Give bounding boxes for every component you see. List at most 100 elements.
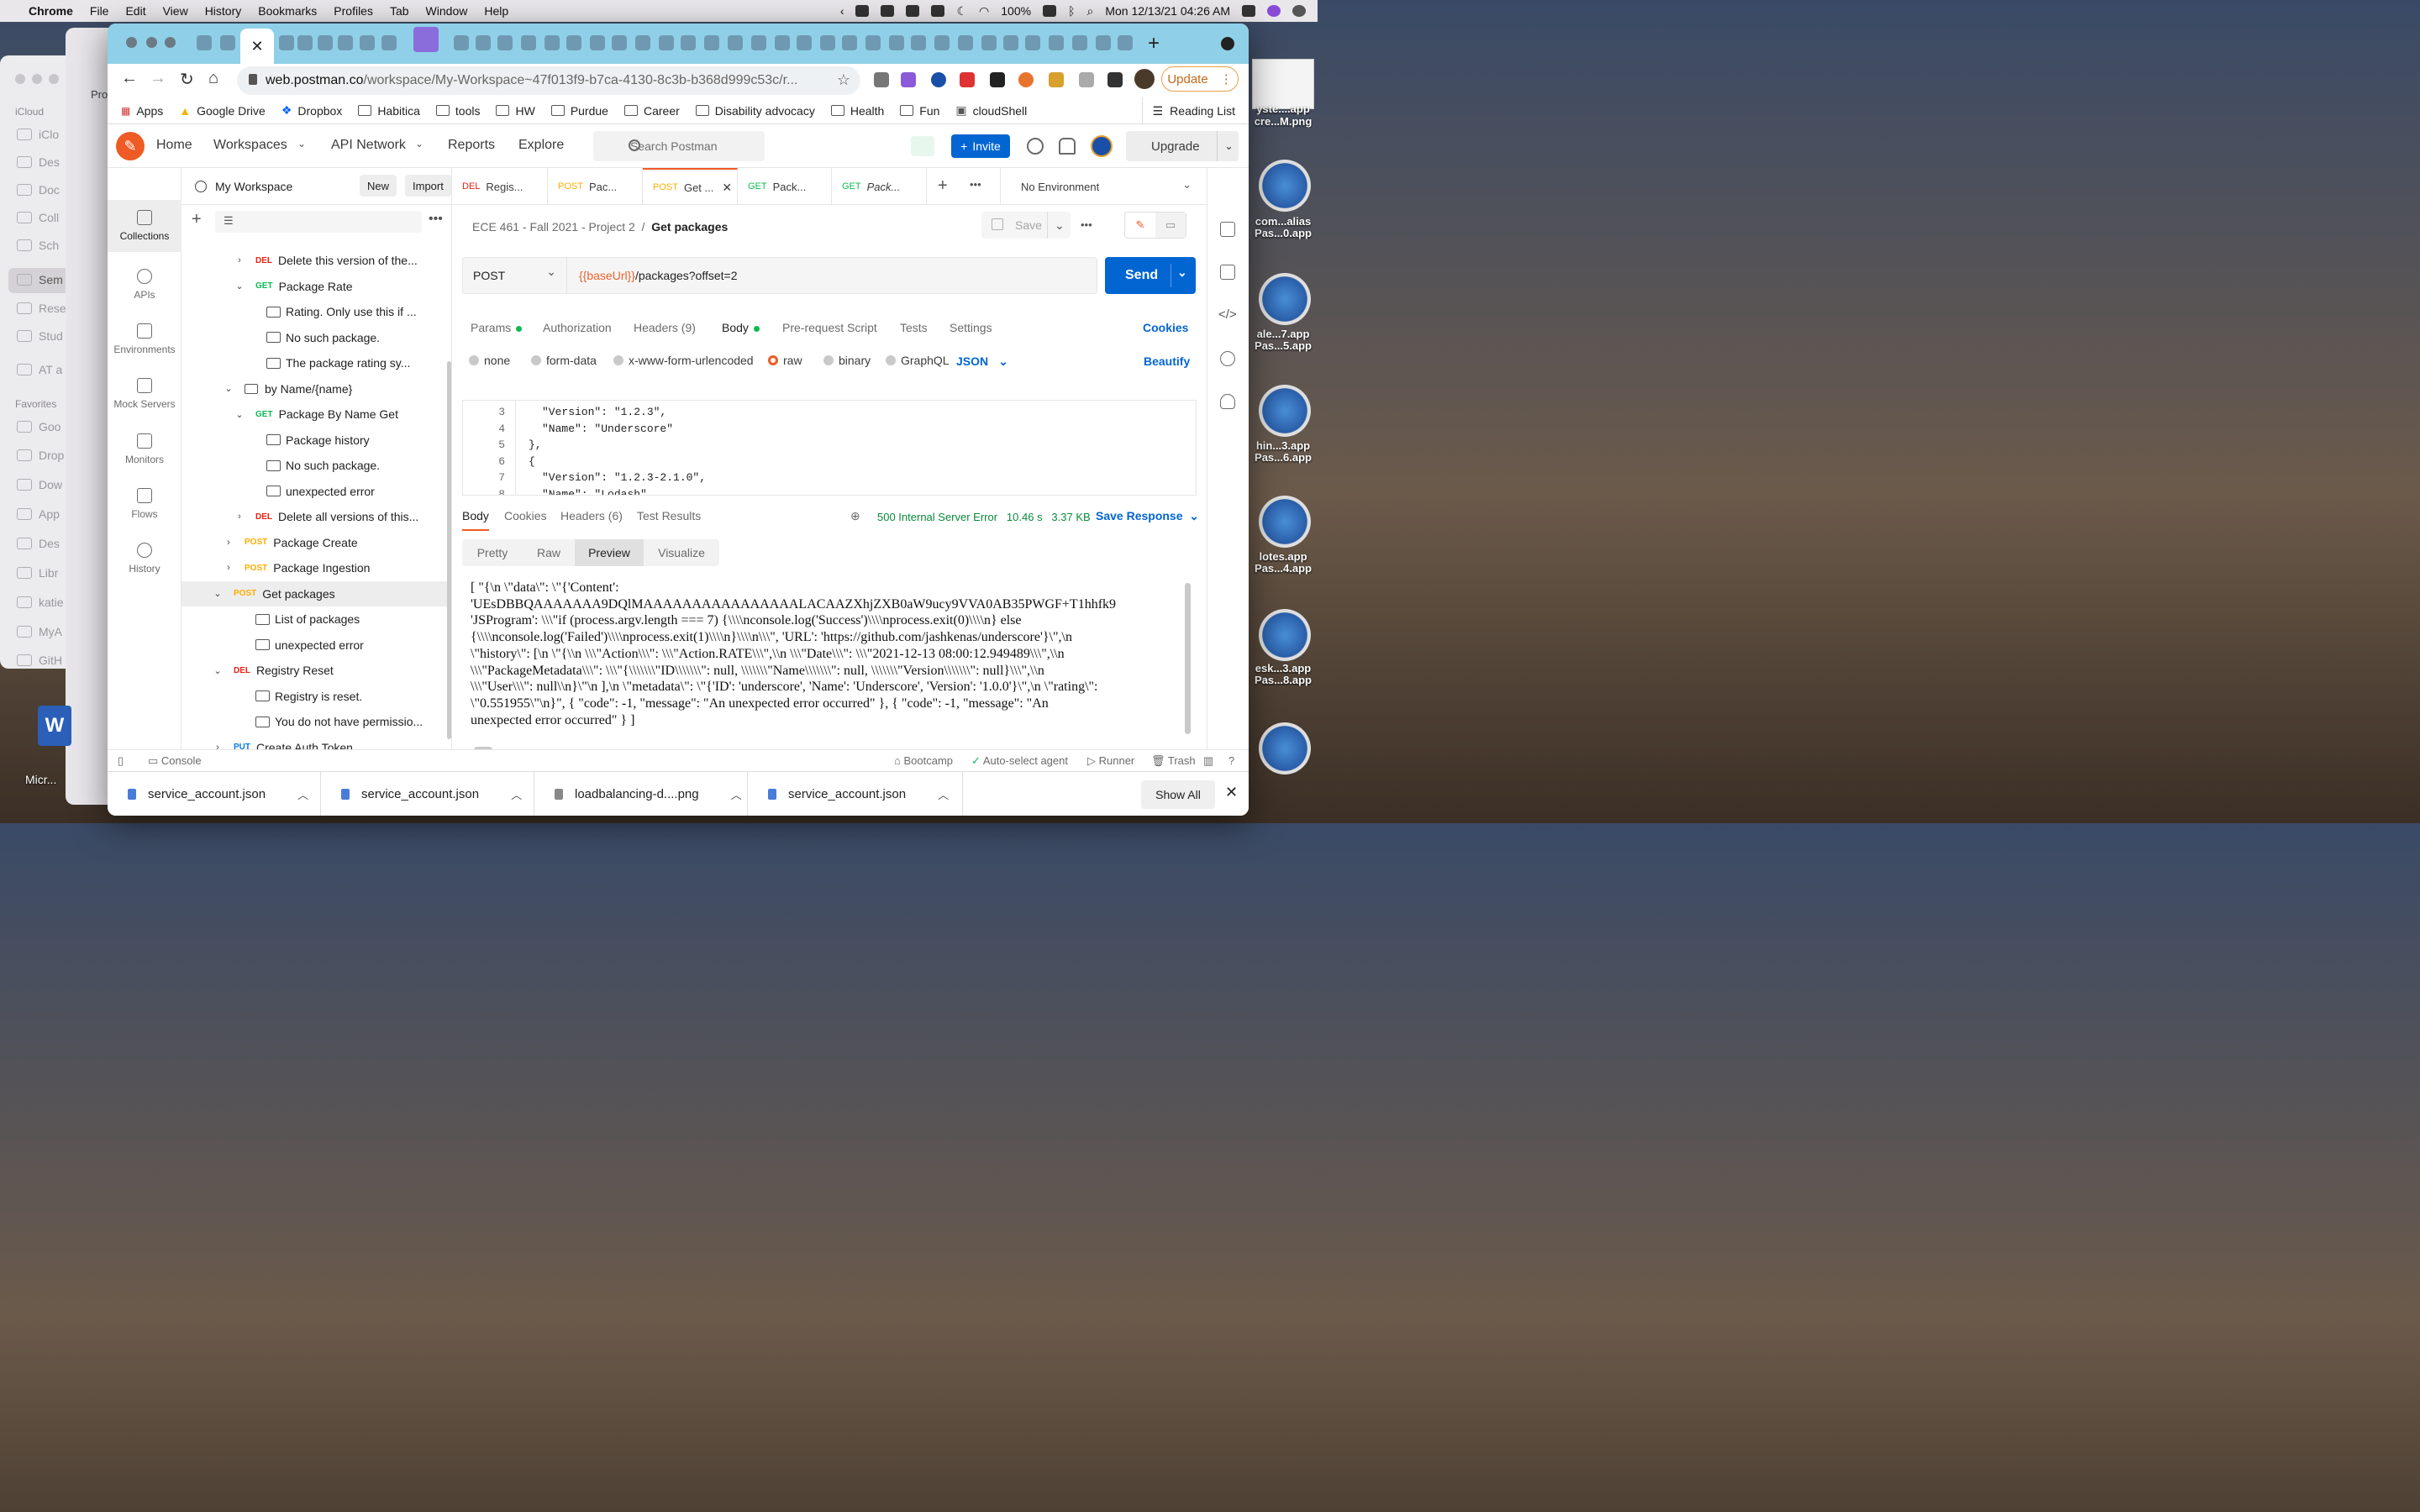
pinned-tab[interactable] — [775, 35, 790, 50]
postman-logo-icon[interactable]: ✎ — [116, 132, 145, 160]
minimize-window-button[interactable] — [146, 37, 157, 48]
menu-bookmarks[interactable]: Bookmarks — [258, 4, 317, 18]
reading-list[interactable]: ☰ Reading List — [1141, 97, 1235, 124]
pinned-tab[interactable] — [704, 35, 719, 50]
time-machine-icon[interactable] — [931, 5, 945, 17]
workspace-name[interactable]: My Workspace — [215, 180, 292, 193]
lightbulb-icon[interactable] — [1220, 394, 1235, 409]
tree-request[interactable]: ⌄ POST Get packages — [182, 580, 451, 606]
bookmark-apps[interactable]: ▦ Apps — [121, 104, 163, 118]
password-app-icon[interactable] — [1259, 496, 1311, 548]
pinned-tab[interactable] — [820, 35, 835, 50]
word-app-icon[interactable]: W — [38, 706, 71, 746]
bookmark-purdue[interactable]: Purdue — [550, 104, 608, 118]
password-app-icon[interactable] — [1259, 722, 1311, 774]
url-input[interactable]: {{baseUrl}}/packages?offset=2 — [567, 269, 738, 282]
tab-tests[interactable]: Tests — [900, 321, 928, 334]
tab-pre-request-script[interactable]: Pre-request Script — [782, 321, 877, 334]
chevron-right-icon[interactable]: › — [234, 512, 245, 522]
chevron-left-icon[interactable]: ‹ — [840, 4, 844, 18]
password-app-icon[interactable] — [1259, 609, 1311, 661]
import-button[interactable]: Import — [405, 175, 451, 197]
request-tab[interactable]: POST Pac... — [548, 168, 643, 205]
layout-icon[interactable]: ▥ — [1203, 754, 1213, 768]
save-response-button[interactable]: Save Response ⌄ — [1096, 509, 1199, 523]
four-icon[interactable] — [881, 5, 895, 17]
response-tab-cookies[interactable]: Cookies — [504, 509, 547, 522]
tree-example[interactable]: The package rating sy... — [182, 350, 451, 376]
camera-extension-icon[interactable] — [874, 72, 889, 87]
menu-edit[interactable]: Edit — [125, 4, 145, 18]
pinned-tab[interactable] — [1003, 35, 1018, 50]
tree-example[interactable]: Rating. Only use this if ... — [182, 299, 451, 325]
pinned-tab[interactable] — [659, 35, 674, 50]
app-menu[interactable]: Chrome — [29, 4, 73, 18]
tree-example[interactable]: unexpected error — [182, 633, 451, 659]
pinned-tab[interactable] — [911, 35, 926, 50]
new-button[interactable]: New — [360, 175, 397, 197]
view-pretty[interactable]: Pretty — [462, 539, 523, 566]
profile-avatar[interactable] — [1134, 69, 1155, 89]
tab-authorization[interactable]: Authorization — [543, 321, 612, 334]
chevron-down-icon[interactable]: ⌄ — [1217, 131, 1234, 161]
tab-search-button[interactable] — [1221, 37, 1234, 50]
tab-settings[interactable]: Settings — [950, 321, 992, 334]
nav-reports[interactable]: Reports — [448, 138, 495, 153]
console-button[interactable]: ▭ Console — [148, 754, 202, 768]
rail-collections[interactable]: Collections — [108, 200, 182, 252]
breadcrumb-request[interactable]: Get packages — [651, 220, 728, 234]
pinned-tab[interactable] — [797, 35, 812, 50]
tab-overflow-icon[interactable]: ••• — [970, 178, 981, 191]
add-tab-icon[interactable]: + — [938, 176, 948, 196]
pinned-tab[interactable] — [318, 35, 333, 50]
tree-folder[interactable]: ⌄ by Name/{name} — [182, 376, 451, 402]
chevron-up-icon[interactable]: ︿ — [731, 786, 742, 802]
rail-mock-servers[interactable]: Mock Servers — [108, 368, 182, 420]
request-tab[interactable]: DEL Regis... — [452, 168, 548, 205]
bookmark-career[interactable]: Career — [623, 104, 680, 118]
sync-icon[interactable] — [906, 5, 920, 17]
bookmark-disability-advocacy[interactable]: Disability advocacy — [695, 104, 815, 118]
zoom-window-button[interactable] — [165, 37, 176, 48]
pinned-tab[interactable] — [889, 35, 904, 50]
response-tab-test-results[interactable]: Test Results — [637, 509, 701, 522]
search-icon[interactable]: ⌕ — [1086, 4, 1093, 18]
finder-item[interactable]: Stud — [17, 329, 63, 343]
menu-file[interactable]: File — [90, 4, 109, 18]
body-editor[interactable]: 3 "Version": "1.2.3", 4 "Name": "Undersc… — [462, 400, 1197, 496]
beautify-link[interactable]: Beautify — [1144, 354, 1190, 368]
add-collection-icon[interactable]: + — [192, 210, 202, 229]
pinned-tab[interactable] — [279, 35, 294, 50]
pinned-tab[interactable] — [751, 35, 766, 50]
pinned-tab[interactable] — [476, 35, 491, 50]
nav-explore[interactable]: Explore — [518, 138, 564, 153]
tree-request[interactable]: › POST Package Ingestion — [182, 555, 451, 581]
chevron-right-icon[interactable]: › — [212, 743, 224, 749]
pinned-tab[interactable] — [728, 35, 743, 50]
moon-icon[interactable]: ☾ — [956, 4, 967, 18]
bootcamp-button[interactable]: ⌂ Bootcamp — [894, 754, 953, 767]
download-item[interactable]: service_account.json ︿ — [108, 772, 321, 816]
pinned-tab[interactable] — [981, 35, 997, 50]
extension-icon[interactable] — [1049, 72, 1064, 87]
postman-search[interactable]: Search Postman — [593, 131, 765, 161]
finder-item[interactable]: iClo — [17, 128, 59, 141]
response-tab-body[interactable]: Body — [462, 509, 489, 531]
tree-example[interactable]: You do not have permissio... — [182, 709, 451, 735]
request-tab-active[interactable]: POST Get ... ✕ — [643, 168, 738, 205]
finder-item[interactable]: App — [17, 507, 60, 521]
password-app-icon[interactable] — [1259, 160, 1311, 212]
radio-form-data[interactable]: form-data — [531, 354, 597, 367]
pinned-tab[interactable] — [338, 35, 353, 50]
breadcrumb-collection[interactable]: ECE 461 - Fall 2021 - Project 2 — [472, 220, 635, 234]
battery-icon[interactable] — [1043, 5, 1057, 17]
comment-icon[interactable]: ▭ — [1155, 213, 1186, 238]
bookmark-tools[interactable]: tools — [435, 104, 480, 118]
finder-item[interactable]: Sch — [17, 239, 59, 252]
settings-gear-icon[interactable] — [1027, 138, 1044, 155]
chevron-right-icon[interactable]: › — [223, 538, 234, 548]
menu-tab[interactable]: Tab — [390, 4, 409, 18]
finder-item[interactable]: MyA — [17, 625, 62, 638]
documentation-icon[interactable] — [1220, 222, 1235, 237]
finder-item[interactable]: Des — [17, 155, 60, 169]
